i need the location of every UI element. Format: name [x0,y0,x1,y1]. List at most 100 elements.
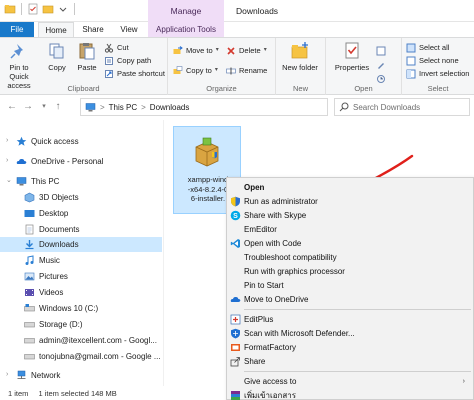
properties-check-icon[interactable] [27,3,39,15]
menu-item-pin-to-start[interactable]: Pin to Start [227,278,473,292]
window-title: Downloads [236,6,279,16]
navigation-bar: ← → ▾ ↑ > This PC > Downloads Search Dow… [0,95,474,119]
copy-button[interactable]: Copy [44,41,70,72]
sidebar-item-quick-access[interactable]: Quick access [0,134,162,149]
menu-item-open-with-code[interactable]: Open with Code [227,236,473,250]
qat-dropdown-icon[interactable] [57,3,69,15]
menu-item-run-with-graphics-processor[interactable]: Run with graphics processor [227,264,473,278]
expand-chevron-icon[interactable]: › [6,371,8,378]
menu-item-share[interactable]: Share [227,354,473,368]
navigation-pane: Quick access › OneDrive - Personal › Thi… [0,120,163,386]
menu-item-open[interactable]: Open [227,180,473,194]
select-none-button[interactable]: Select none [406,55,459,66]
copy-path-button[interactable]: Copy path [104,55,151,66]
menu-item-run-as-administrator[interactable]: Run as administrator [227,194,473,208]
menu-item-share-with-skype[interactable]: S Share with Skype [227,208,473,222]
status-item-count: 1 item [8,388,29,398]
tab-view[interactable]: View [114,22,144,37]
context-menu: Open Run as administrator S Share with S… [226,177,474,400]
drive-icon [24,303,35,314]
pin-quick-access-button[interactable]: Pin to Quick access [2,41,36,90]
clipboard-group: Pin to Quick access Copy Paste Cut Copy … [0,38,168,95]
tab-file[interactable]: File [0,22,34,37]
properties-button[interactable]: Properties [332,41,372,72]
copy-to-label: Copy to [186,66,212,75]
up-arrow-icon[interactable]: ↑ [52,101,64,113]
cloud-icon [230,294,241,305]
search-placeholder: Search Downloads [353,102,421,112]
paste-shortcut-button[interactable]: Paste shortcut [104,68,165,79]
menu-item-emeditor[interactable]: EmEditor [227,222,473,236]
sidebar-item-this-pc[interactable]: This PC [0,174,162,189]
search-icon [339,102,349,112]
sidebar-item-network[interactable]: Network [0,368,162,383]
collapse-chevron-icon[interactable]: ⌄ [6,176,12,184]
expand-chevron-icon[interactable]: › [6,157,8,164]
menu-label-add-to-archive: เพิ่มเข้าเอกสาร [244,390,297,400]
select-all-button[interactable]: Select all [406,42,449,53]
sidebar-item-documents[interactable]: Documents [0,222,162,237]
cloud-icon [16,156,27,167]
menu-item-add-to-archive[interactable]: เพิ่มเข้าเอกสาร [227,388,473,400]
menu-item-formatfactory[interactable]: FormatFactory [227,340,473,354]
drive-icon [24,351,35,362]
sidebar-item-downloads[interactable]: Downloads [0,237,162,252]
chevron-down-icon: ▾ [214,67,218,73]
sidebar-item-videos[interactable]: Videos [0,285,162,300]
menu-item-editplus[interactable]: EditPlus [227,312,473,326]
sidebar-label-windows-c: Windows 10 (C:) [39,304,99,313]
cube-icon [24,192,35,203]
properties-icon [342,41,362,61]
recent-locations-chevron-icon[interactable]: ▾ [38,101,50,113]
menu-label-scan-with-defender: Scan with Microsoft Defender... [244,328,355,338]
expand-chevron-icon[interactable]: › [6,137,8,144]
delete-x-icon [226,46,236,56]
chevron-down-icon: ▾ [263,47,267,53]
history-icon[interactable] [376,74,386,84]
back-arrow-icon[interactable]: ← [6,101,18,113]
sidebar-label-google-drive-2: tonojubna@gmail.com - Google ... [39,352,161,361]
search-box[interactable]: Search Downloads [334,98,470,116]
menu-item-troubleshoot-compatibility[interactable]: Troubleshoot compatibility [227,250,473,264]
editplus-icon [230,314,241,325]
breadcrumb-this-pc[interactable]: This PC [109,103,137,112]
tab-share[interactable]: Share [76,22,110,37]
rename-button[interactable]: Rename [226,65,267,76]
menu-item-move-to-onedrive[interactable]: Move to OneDrive [227,292,473,306]
paste-button[interactable]: Paste [72,41,102,72]
forward-arrow-icon[interactable]: → [22,101,34,113]
tab-application-tools[interactable]: Application Tools [148,22,224,37]
address-bar[interactable]: > This PC > Downloads [80,98,328,116]
new-folder-icon[interactable] [42,3,54,15]
sidebar-label-storage-d: Storage (D:) [39,320,83,329]
new-folder-label: New folder [282,63,318,72]
menu-item-scan-with-defender[interactable]: Scan with Microsoft Defender... [227,326,473,340]
new-folder-button[interactable]: New folder [282,41,318,72]
open-dropdown-icon[interactable] [376,46,386,56]
sidebar-item-music[interactable]: Music [0,253,162,268]
sidebar-item-storage-d[interactable]: Storage (D:) [0,317,162,332]
delete-button[interactable]: Delete ▾ [226,45,267,56]
sidebar-item-pictures[interactable]: Pictures [0,269,162,284]
sidebar-item-google-drive-1[interactable]: admin@itexcellent.com - Googl... [0,333,162,348]
menu-item-give-access-to[interactable]: Give access to › [227,374,473,388]
menu-separator [244,309,471,310]
sidebar-item-3d-objects[interactable]: 3D Objects [0,190,162,205]
copy-to-button[interactable]: Copy to ▾ [173,65,218,76]
sidebar-item-google-drive-2[interactable]: tonojubna@gmail.com - Google ... [0,349,162,364]
computer-icon [16,176,27,187]
copy-to-icon [173,65,183,76]
paste-shortcut-label: Paste shortcut [117,69,165,78]
move-to-button[interactable]: Move to ▾ [173,45,219,56]
tab-home[interactable]: Home [38,22,74,37]
move-to-label: Move to [186,46,213,55]
sidebar-label-onedrive: OneDrive - Personal [31,157,104,166]
sidebar-item-desktop[interactable]: Desktop [0,206,162,221]
breadcrumb-downloads[interactable]: Downloads [150,103,190,112]
invert-selection-button[interactable]: Invert selection [406,68,469,79]
edit-icon[interactable] [376,60,386,70]
cut-button[interactable]: Cut [104,42,129,53]
folder-icon[interactable] [4,3,16,15]
sidebar-item-onedrive[interactable]: OneDrive - Personal [0,154,162,169]
sidebar-item-windows-c[interactable]: Windows 10 (C:) [0,301,162,316]
